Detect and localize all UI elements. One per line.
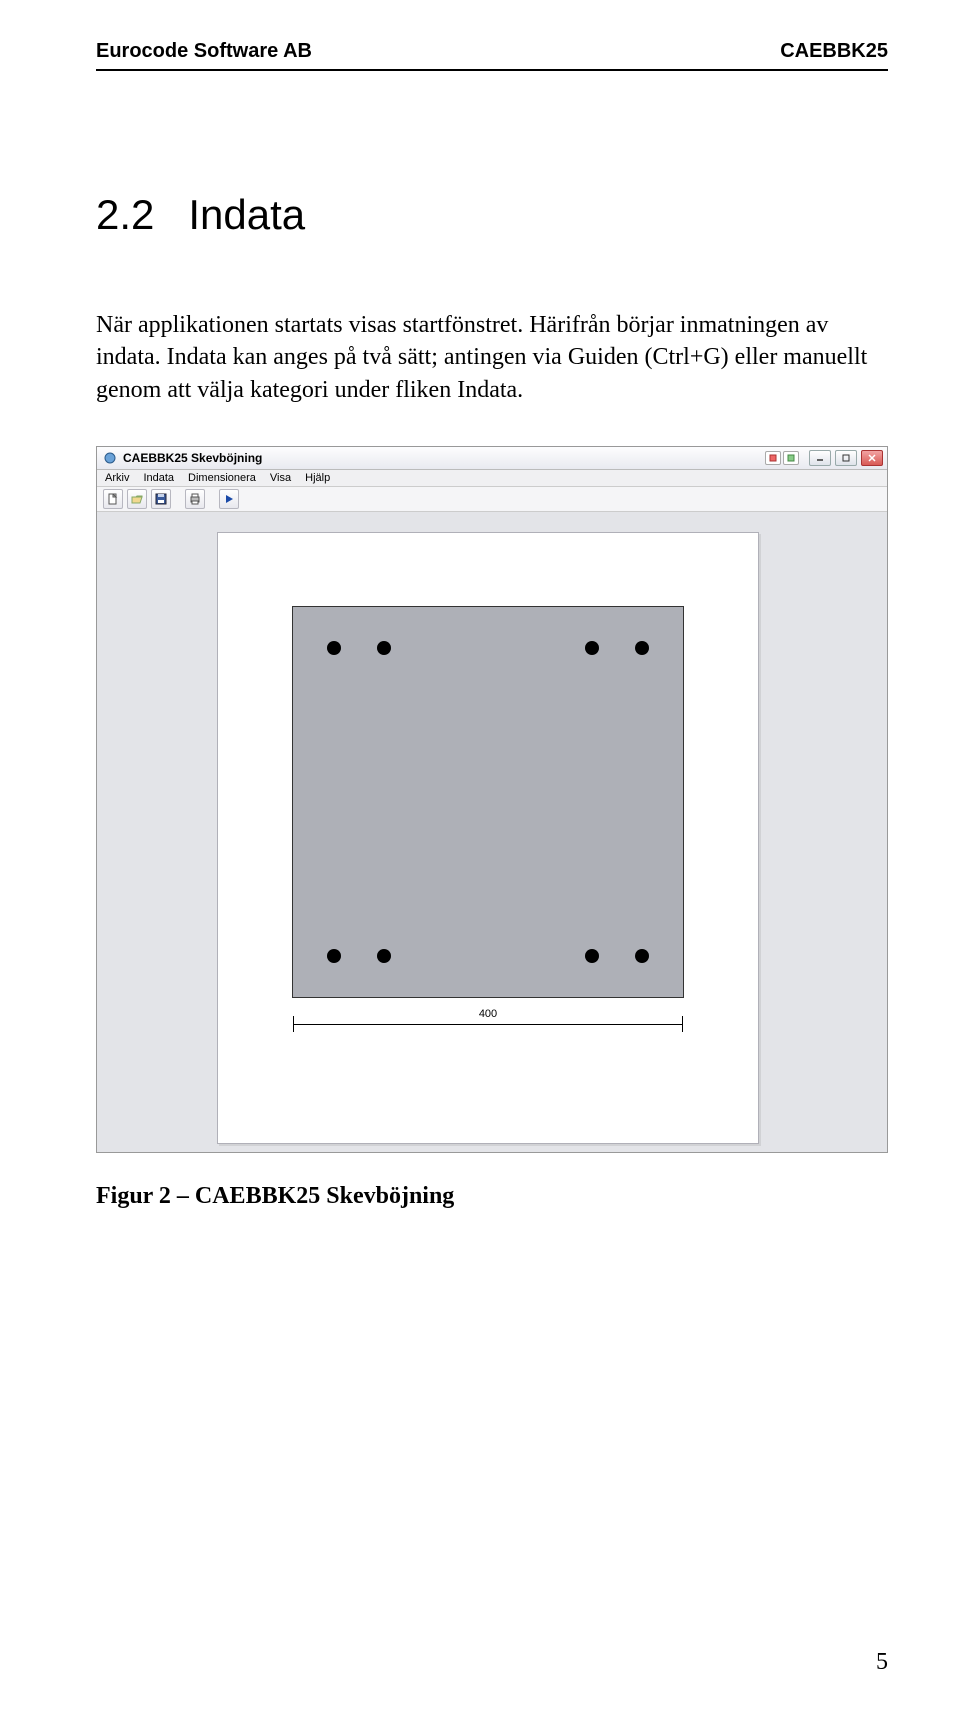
menu-visa[interactable]: Visa xyxy=(270,472,291,484)
open-file-icon[interactable] xyxy=(127,489,147,509)
new-file-icon[interactable] xyxy=(103,489,123,509)
maximize-button[interactable] xyxy=(835,450,857,466)
figure-caption: Figur 2 – CAEBBK25 Skevböjning xyxy=(96,1183,888,1210)
canvas-area: 400 xyxy=(97,512,887,1152)
section-number: 2.2 xyxy=(96,191,154,239)
close-button[interactable] xyxy=(861,450,883,466)
rebar-dot xyxy=(327,641,341,655)
extra-button-1[interactable] xyxy=(765,451,781,465)
extra-button-2[interactable] xyxy=(783,451,799,465)
menu-bar: Arkiv Indata Dimensionera Visa Hjälp xyxy=(97,470,887,487)
page-number: 5 xyxy=(876,1649,888,1676)
rebar-dot xyxy=(635,641,649,655)
menu-hjalp[interactable]: Hjälp xyxy=(305,472,330,484)
section-heading: 2.2 Indata xyxy=(96,191,888,239)
dimension-line: 400 xyxy=(293,1012,683,1034)
extra-buttons xyxy=(765,451,799,465)
intro-paragraph: När applikationen startats visas startfö… xyxy=(96,309,888,406)
rebar-dot xyxy=(377,949,391,963)
section-title: Indata xyxy=(188,191,305,239)
cross-section xyxy=(292,606,684,998)
toolbar-separator-2 xyxy=(209,489,215,509)
rebar-dot xyxy=(585,641,599,655)
app-icon xyxy=(103,451,117,465)
rebar-dot xyxy=(327,949,341,963)
save-file-icon[interactable] xyxy=(151,489,171,509)
menu-arkiv[interactable]: Arkiv xyxy=(105,472,129,484)
toolbar-separator-1 xyxy=(175,489,181,509)
header-rule xyxy=(96,69,888,71)
header-right: CAEBBK25 xyxy=(780,40,888,63)
title-bar: CAEBBK25 Skevböjning xyxy=(97,447,887,470)
rebar-dot xyxy=(635,949,649,963)
run-icon[interactable] xyxy=(219,489,239,509)
rebar-dot xyxy=(377,641,391,655)
minimize-button[interactable] xyxy=(809,450,831,466)
app-window: CAEBBK25 Skevböjning xyxy=(96,446,888,1153)
drawing-canvas: 400 xyxy=(217,532,759,1144)
rebar-dot xyxy=(585,949,599,963)
header-left: Eurocode Software AB xyxy=(96,40,312,63)
toolbar xyxy=(97,487,887,512)
menu-indata[interactable]: Indata xyxy=(143,472,174,484)
print-icon[interactable] xyxy=(185,489,205,509)
app-title: CAEBBK25 Skevböjning xyxy=(123,451,262,465)
dimension-value: 400 xyxy=(293,1008,683,1020)
menu-dimensionera[interactable]: Dimensionera xyxy=(188,472,256,484)
